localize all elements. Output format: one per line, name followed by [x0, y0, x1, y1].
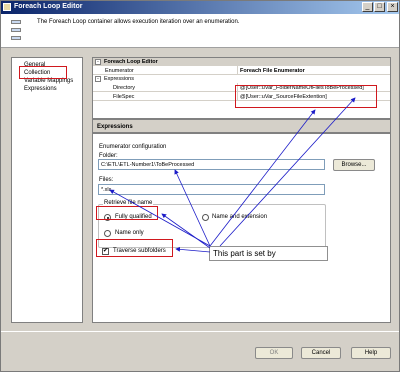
name-and-extension-label[interactable]: Name and extension: [212, 214, 267, 220]
enumerator-configuration-label: Enumerator configuration: [99, 144, 167, 150]
folder-input[interactable]: C:\ETL\ETL-Number1\ToBeProcessed: [98, 159, 325, 170]
files-input[interactable]: *.xls: [98, 184, 325, 195]
name-only-radio[interactable]: [104, 230, 111, 237]
foreach-loop-editor-window: Foreach Loop Editor _ □ × The Foreach Lo…: [0, 0, 400, 372]
collection-highlight: [19, 66, 67, 79]
title-bar: Foreach Loop Editor _ □ ×: [1, 1, 399, 14]
category-expressions[interactable]: - Expressions: [93, 75, 390, 83]
maximize-button[interactable]: □: [374, 2, 385, 12]
collapse-icon[interactable]: -: [95, 76, 101, 82]
enumerator-configuration-panel: Enumerator configuration Folder: C:\ETL\…: [92, 133, 391, 323]
category-label: Foreach Loop Editor: [104, 59, 158, 65]
grid-row-enumerator[interactable]: Enumerator Foreach File Enumerator: [93, 66, 390, 75]
name-and-extension-radio[interactable]: [202, 214, 209, 221]
nav-item-expressions[interactable]: Expressions: [24, 86, 57, 92]
dialog-button-bar: OK Cancel Help: [1, 331, 399, 371]
description-title: Expressions: [97, 124, 133, 130]
browse-button[interactable]: Browse...: [333, 159, 375, 171]
foreach-container-icon: [9, 20, 23, 42]
navigation-pane: General Collection Variable Mappings Exp…: [11, 57, 83, 323]
category-foreach-loop-editor[interactable]: - Foreach Loop Editor: [93, 58, 390, 66]
files-label: Files:: [99, 177, 114, 183]
property-value: Foreach File Enumerator: [240, 68, 305, 74]
name-only-label[interactable]: Name only: [115, 230, 144, 236]
close-button[interactable]: ×: [387, 2, 398, 12]
ok-button[interactable]: OK: [255, 347, 293, 359]
category-label: Expressions: [104, 76, 134, 82]
annotation-callout: This part is set by: [209, 246, 328, 261]
header-panel: The Foreach Loop container allows execut…: [1, 14, 399, 48]
cancel-button[interactable]: Cancel: [301, 347, 341, 359]
description-pane: Expressions: [92, 119, 391, 133]
expressions-highlight: [235, 85, 377, 108]
minimize-button[interactable]: _: [362, 2, 373, 12]
header-description: The Foreach Loop container allows execut…: [37, 19, 240, 25]
traverse-subfolders-highlight: [96, 239, 173, 257]
property-name: Enumerator: [105, 68, 134, 74]
property-name: Directory: [113, 85, 136, 91]
collapse-icon[interactable]: -: [95, 59, 101, 65]
help-button[interactable]: Help: [351, 347, 391, 359]
window-title: Foreach Loop Editor: [14, 3, 83, 10]
fully-qualified-highlight: [96, 206, 158, 220]
property-name: FileSpec: [113, 94, 135, 100]
app-icon: [3, 3, 11, 11]
